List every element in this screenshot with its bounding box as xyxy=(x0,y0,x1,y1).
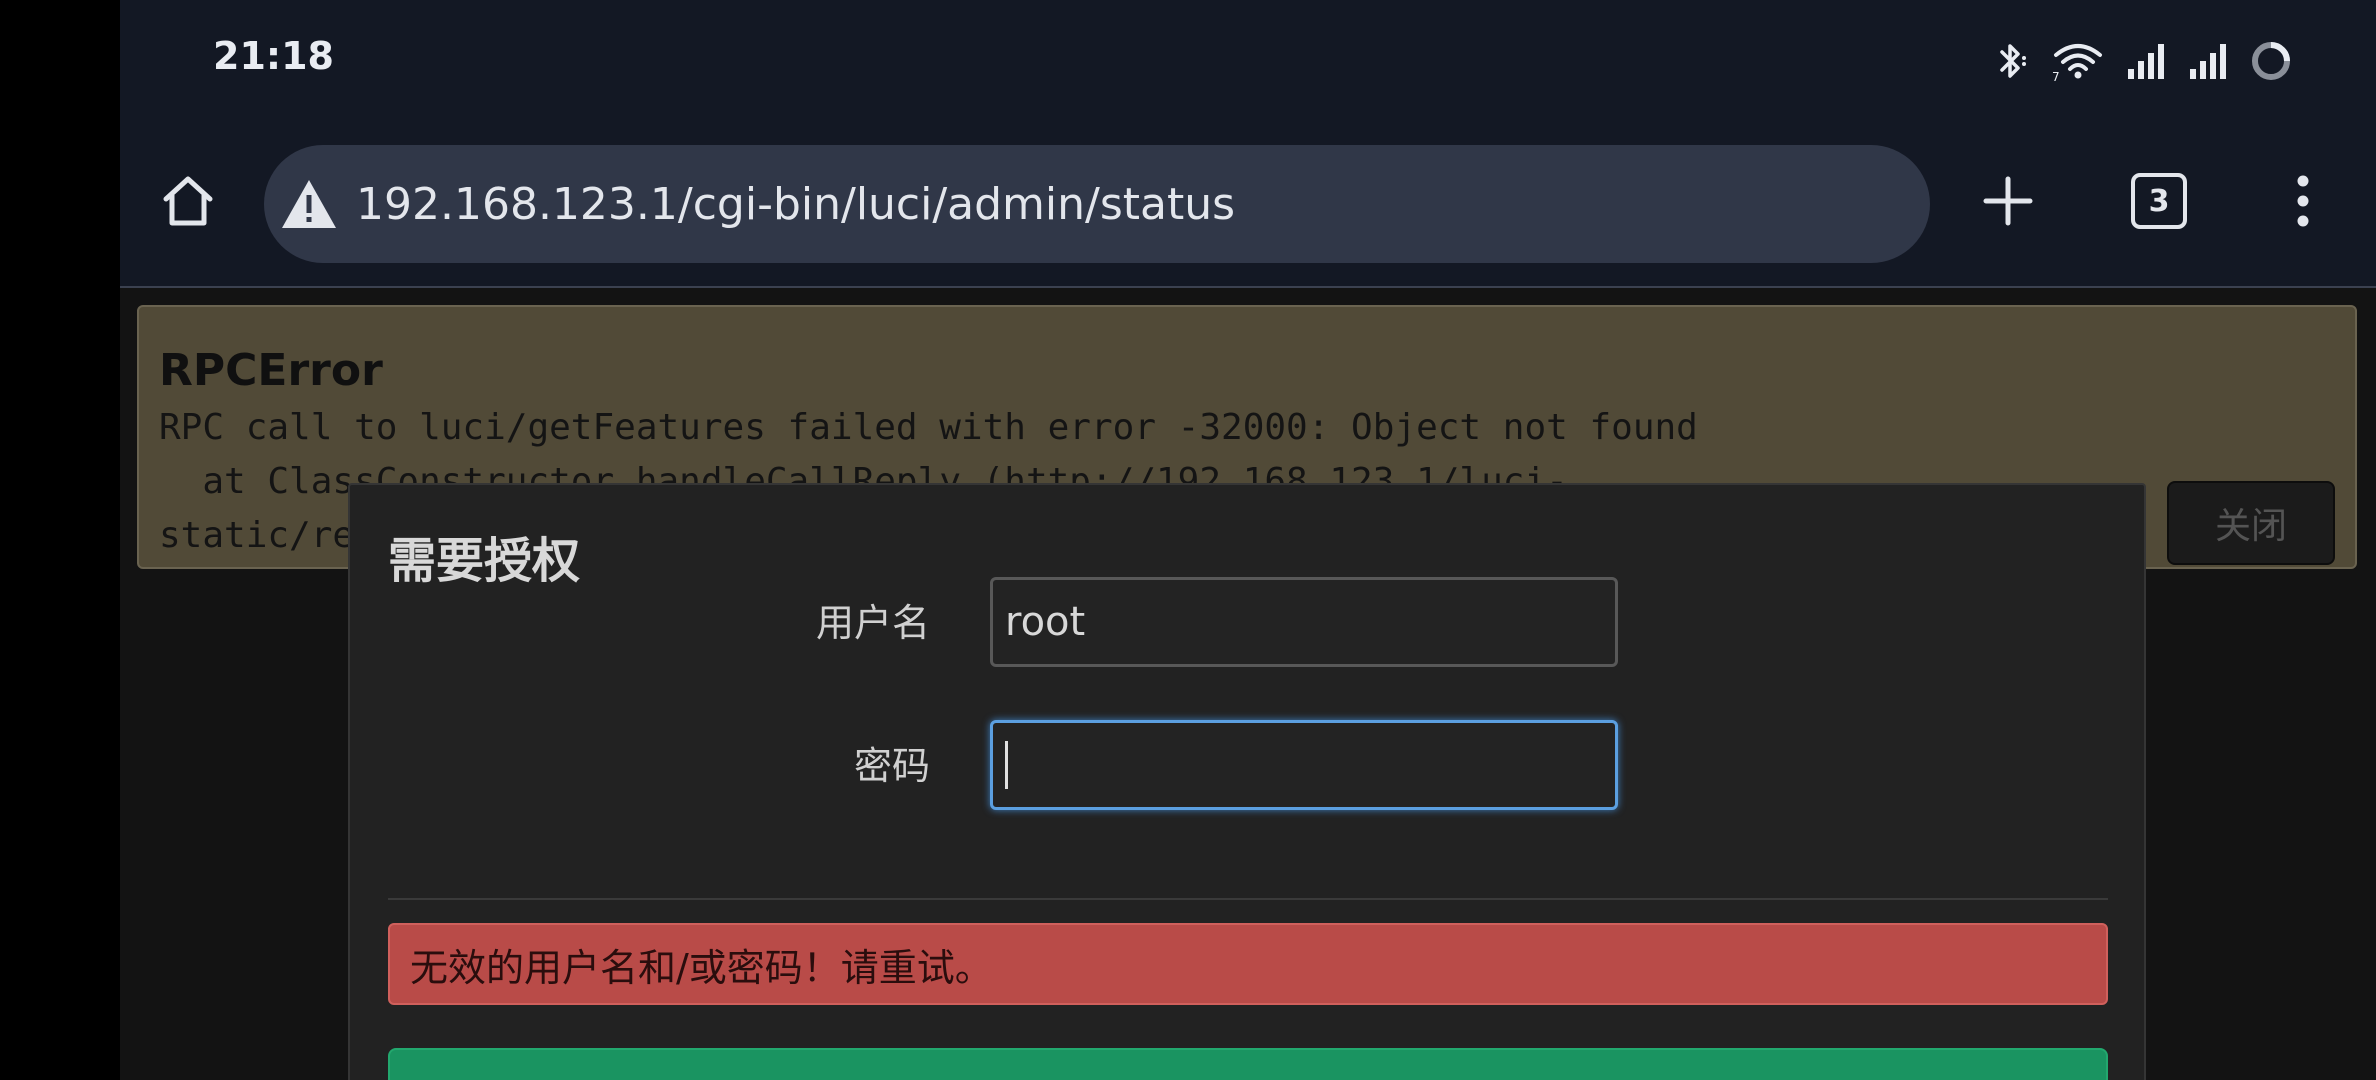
signal-icon xyxy=(2188,41,2228,81)
password-field[interactable] xyxy=(990,720,1618,810)
tab-count[interactable]: 3 xyxy=(2131,173,2187,229)
status-time: 21:18 xyxy=(213,34,334,78)
rpc-error-line: static/re xyxy=(159,515,355,556)
svg-text:7: 7 xyxy=(2052,70,2060,81)
status-bar: 21:18 7 xyxy=(120,0,2376,120)
web-page: RPCError RPC call to luci/getFeatures fa… xyxy=(120,288,2376,1080)
tabs-button[interactable]: 3 xyxy=(2123,165,2195,237)
username-label: 用户名 xyxy=(815,601,930,645)
signal-icon xyxy=(2126,41,2166,81)
modal-title: 需要授权 xyxy=(388,533,581,589)
loading-ring-icon xyxy=(2250,40,2292,82)
rpc-error-title: RPCError xyxy=(159,345,383,396)
url-text[interactable]: 192.168.123.1/cgi-bin/luci/admin/status xyxy=(356,179,1235,230)
wifi-icon: 7 xyxy=(2052,41,2104,81)
modal-divider xyxy=(388,898,2108,900)
address-bar[interactable]: 192.168.123.1/cgi-bin/luci/admin/status xyxy=(264,145,1930,263)
home-icon[interactable] xyxy=(152,165,224,237)
bluetooth-icon xyxy=(1994,41,2030,81)
status-icons: 7 xyxy=(1994,38,2292,84)
username-value[interactable]: root xyxy=(1005,599,1085,645)
more-vert-icon[interactable] xyxy=(2267,165,2339,237)
close-button[interactable]: 关闭 xyxy=(2167,481,2335,565)
browser-toolbar: 192.168.123.1/cgi-bin/luci/admin/status … xyxy=(120,120,2376,288)
login-button[interactable]: 登录 xyxy=(388,1048,2108,1080)
password-label: 密码 xyxy=(853,744,930,788)
auth-modal: 需要授权 用户名 root 密码 无效的用户名和/或密码！请重试。 登录 xyxy=(348,483,2146,1080)
login-error-message: 无效的用户名和/或密码！请重试。 xyxy=(410,945,993,990)
plus-icon[interactable] xyxy=(1972,165,2044,237)
login-error-alert: 无效的用户名和/或密码！请重试。 xyxy=(388,923,2108,1005)
username-field[interactable]: root xyxy=(990,577,1618,667)
warning-icon[interactable] xyxy=(280,177,338,231)
phone-screen: 21:18 7 192.168.123.1/cgi-bin/luci/admin… xyxy=(120,0,2376,1080)
rpc-error-line: RPC call to luci/getFeatures failed with… xyxy=(159,407,1698,448)
text-caret xyxy=(1005,741,1008,789)
